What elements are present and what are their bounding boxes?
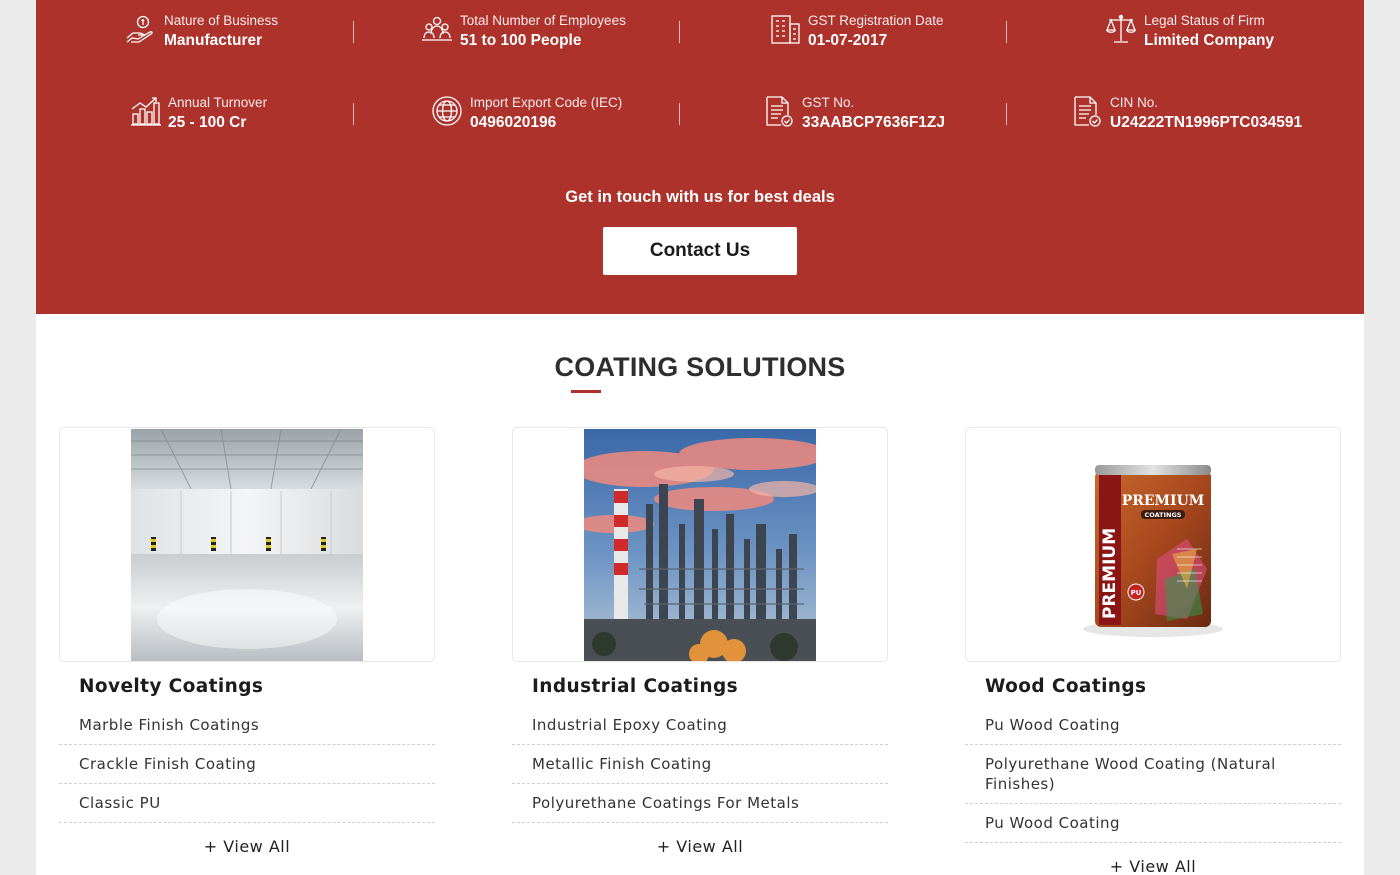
- fact-value: 51 to 100 People: [460, 32, 582, 49]
- fact-label: Legal Status of Firm: [1144, 13, 1265, 28]
- can-side-text: PREMIUM: [1100, 527, 1120, 618]
- fact-annual-turnover: Annual Turnover 25 - 100 Cr: [128, 94, 267, 134]
- can-badge-text: PU: [1131, 589, 1142, 597]
- hand-coin-icon: [124, 12, 158, 46]
- bar-chart-icon: [128, 94, 162, 128]
- fact-value: 01-07-2017: [808, 32, 888, 49]
- divider: [679, 103, 680, 125]
- category-title[interactable]: Novelty Coatings: [59, 676, 435, 702]
- category-card-wood: PREMIUM PREMIUM COATINGS PU Wood Coating…: [965, 427, 1341, 875]
- fact-iec: Import Export Code (IEC) 0496020196: [430, 94, 622, 134]
- paint-can-image: PREMIUM PREMIUM COATINGS PU: [1083, 464, 1223, 637]
- list-item[interactable]: Marble Finish Coatings: [59, 706, 435, 745]
- section-title: COATING SOLUTIONS: [554, 352, 846, 382]
- refinery-image: [584, 428, 816, 661]
- cta-text: Get in touch with us for best deals: [565, 188, 835, 206]
- fact-label: Annual Turnover: [168, 95, 268, 110]
- fact-value: 33AABCP7636F1ZJ: [802, 114, 946, 131]
- list-item[interactable]: Classic PU: [59, 784, 435, 823]
- document-check-icon: [762, 94, 796, 128]
- list-item[interactable]: Pu Wood Coating: [965, 706, 1341, 745]
- fact-label: Total Number of Employees: [460, 13, 626, 28]
- can-sub-text: COATINGS: [1145, 511, 1182, 519]
- view-all-link[interactable]: + View All: [965, 857, 1341, 875]
- employees-icon: [420, 12, 454, 46]
- view-all-link[interactable]: + View All: [59, 837, 435, 856]
- category-card-industrial: Industrial Coatings Industrial Epoxy Coa…: [512, 427, 888, 856]
- scales-icon: [1104, 12, 1138, 46]
- subcategory-list: Industrial Epoxy Coating Metallic Finish…: [512, 706, 888, 823]
- category-card-novelty: Novelty Coatings Marble Finish Coatings …: [59, 427, 435, 856]
- fact-label: GST No.: [802, 95, 855, 110]
- globe-icon: [430, 94, 464, 128]
- list-item[interactable]: Polyurethane Wood Coating (Natural Finis…: [965, 745, 1341, 804]
- divider: [1006, 103, 1007, 125]
- fact-value: Manufacturer: [164, 32, 263, 49]
- list-item[interactable]: Pu Wood Coating: [965, 804, 1341, 843]
- view-all-link[interactable]: + View All: [512, 837, 888, 856]
- document-check-icon: [1070, 94, 1104, 128]
- contact-us-button[interactable]: Contact Us: [603, 227, 797, 275]
- fact-gst-no: GST No. 33AABCP7636F1ZJ: [762, 94, 945, 134]
- fact-label: Import Export Code (IEC): [470, 95, 623, 110]
- can-brand-text: PREMIUM: [1122, 493, 1205, 509]
- divider: [353, 103, 354, 125]
- fact-legal-status: Legal Status of Firm Limited Company: [1104, 12, 1274, 52]
- page: Nature of Business Manufacturer Total Nu…: [36, 0, 1364, 875]
- fact-value: U24222TN1996PTC034591: [1110, 114, 1303, 131]
- subcategory-list: Marble Finish Coatings Crackle Finish Co…: [59, 706, 435, 823]
- list-item[interactable]: Crackle Finish Coating: [59, 745, 435, 784]
- fact-label: GST Registration Date: [808, 13, 944, 28]
- divider: [1006, 21, 1007, 43]
- building-icon: [768, 12, 802, 46]
- list-item[interactable]: Industrial Epoxy Coating: [512, 706, 888, 745]
- category-image[interactable]: PREMIUM PREMIUM COATINGS PU: [965, 427, 1341, 662]
- fact-cin-no: CIN No. U24222TN1996PTC034591: [1070, 94, 1302, 134]
- fact-label: Nature of Business: [164, 13, 279, 28]
- fact-value: 0496020196: [470, 114, 557, 131]
- divider: [353, 21, 354, 43]
- fact-label: CIN No.: [1110, 95, 1159, 110]
- category-title[interactable]: Wood Coatings: [965, 676, 1341, 702]
- warehouse-floor-image: [131, 428, 363, 661]
- fact-nature-of-business: Nature of Business Manufacturer: [124, 12, 278, 52]
- subcategory-list: Pu Wood Coating Polyurethane Wood Coatin…: [965, 706, 1341, 843]
- company-facts-band: Nature of Business Manufacturer Total Nu…: [36, 0, 1364, 314]
- fact-employees: Total Number of Employees 51 to 100 Peop…: [420, 12, 626, 52]
- list-item[interactable]: Metallic Finish Coating: [512, 745, 888, 784]
- list-item[interactable]: Polyurethane Coatings For Metals: [512, 784, 888, 823]
- section-title-underline: [571, 390, 601, 393]
- fact-gst-registration-date: GST Registration Date 01-07-2017: [768, 12, 944, 52]
- divider: [679, 21, 680, 43]
- category-title[interactable]: Industrial Coatings: [512, 676, 888, 702]
- fact-value: 25 - 100 Cr: [168, 114, 247, 131]
- category-image[interactable]: [59, 427, 435, 662]
- fact-value: Limited Company: [1144, 32, 1275, 49]
- category-image[interactable]: [512, 427, 888, 662]
